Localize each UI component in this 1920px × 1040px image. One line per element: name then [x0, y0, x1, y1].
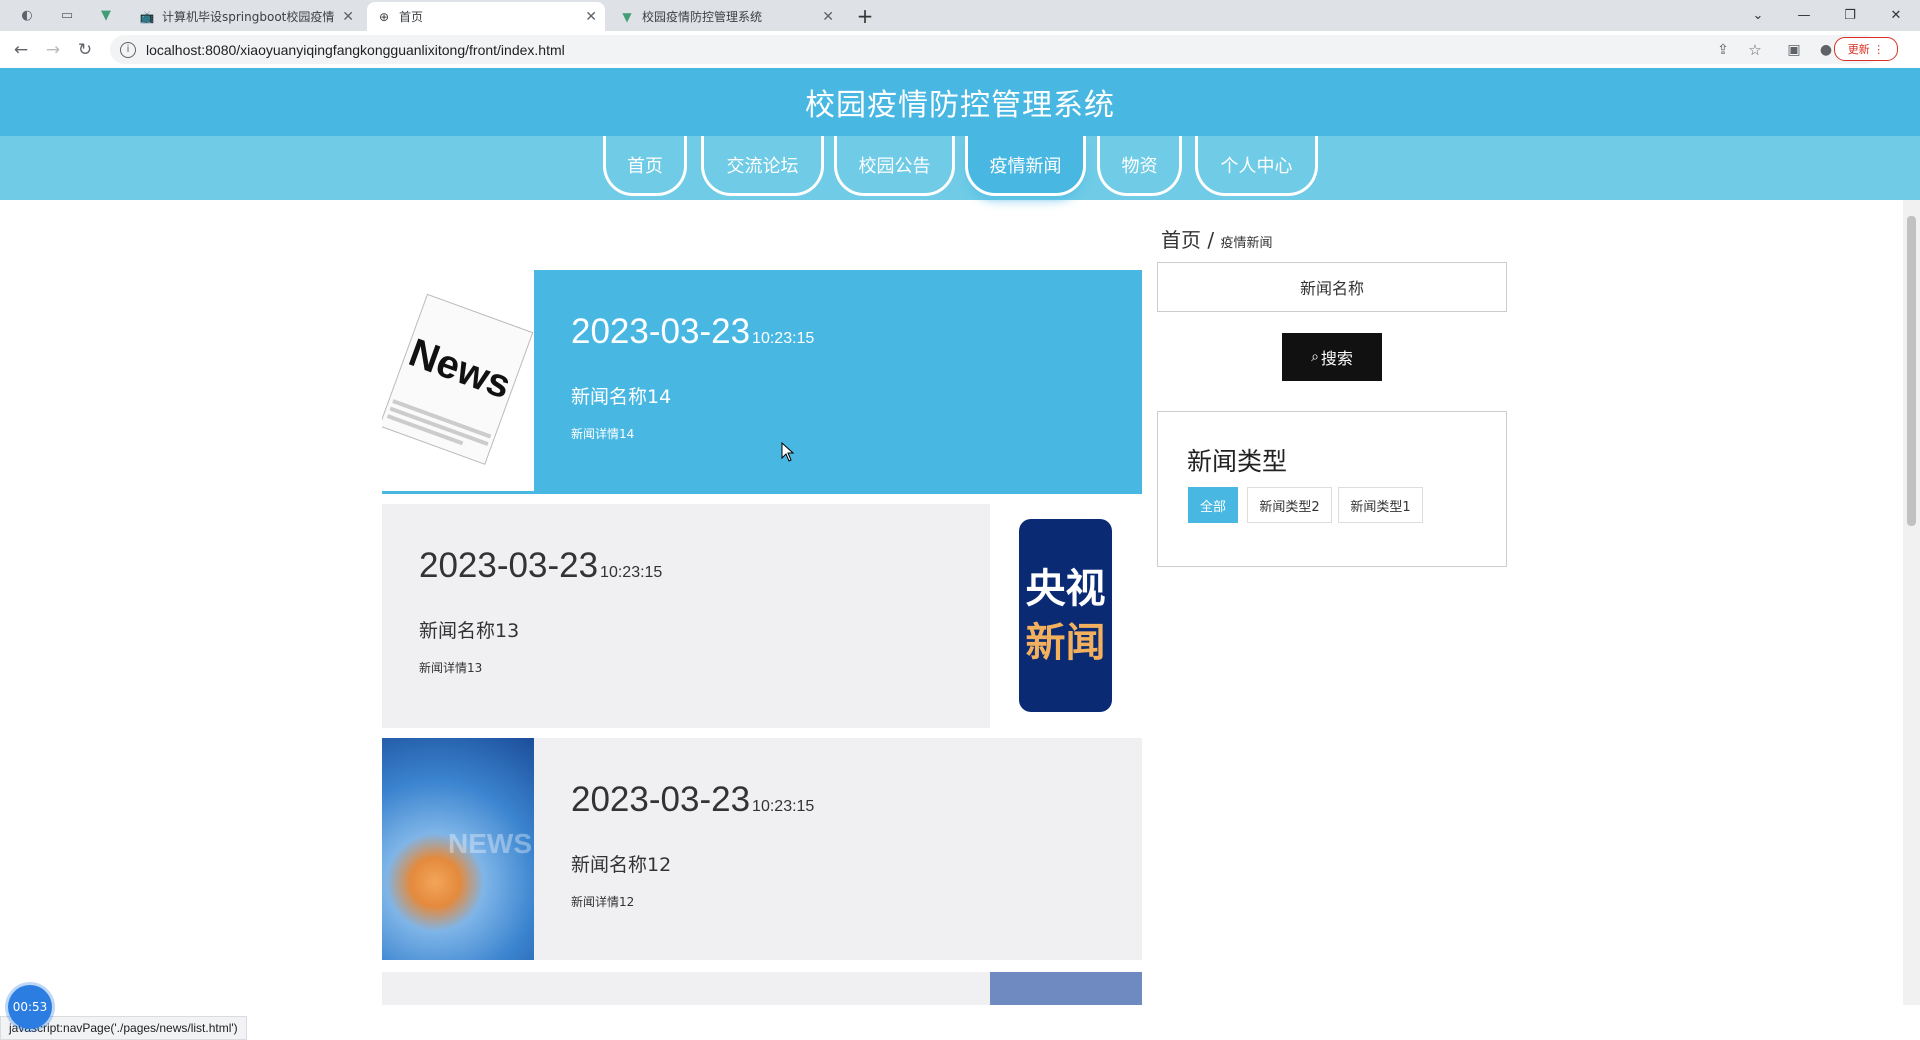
globe-news-image: NEWS [382, 738, 534, 960]
news-date-day: 2023-03-23 [571, 312, 751, 351]
mouse-cursor-icon [781, 442, 795, 462]
back-icon[interactable]: ← [9, 38, 33, 62]
vue-icon: ▼ [622, 9, 632, 24]
chrome-menu-icon[interactable]: ◐ [15, 3, 39, 27]
tab-title: 校园疫情防控管理系统 [642, 10, 763, 24]
news-type-1[interactable]: 新闻类型1 [1338, 487, 1423, 523]
update-button[interactable]: 更新 ⋮ [1834, 37, 1898, 61]
breadcrumb: 首页 / 疫情新闻 [1161, 224, 1272, 253]
tab-bilibili[interactable]: 📺 计算机毕设springboot校园疫情 ✕ [130, 2, 362, 31]
news-date-day: 2023-03-23 [419, 546, 599, 585]
pinned-tab-icon[interactable]: ▭ [55, 3, 79, 27]
news-card[interactable] [382, 972, 1142, 1005]
news-date: 2023-03-23 10:23:15 [571, 780, 814, 820]
newspaper-icon: News [382, 293, 534, 465]
close-icon[interactable]: ✕ [822, 9, 834, 25]
breadcrumb-separator: / [1207, 228, 1215, 252]
cctv-logo-box: 央视 新闻 [1019, 519, 1112, 712]
breadcrumb-current: 疫情新闻 [1220, 236, 1273, 251]
news-type-panel: 新闻类型 全部 新闻类型2 新闻类型1 [1157, 411, 1507, 567]
tab-title: 首页 [399, 10, 424, 24]
tab-system[interactable]: ▼ 校园疫情防控管理系统 ✕ [610, 2, 842, 31]
cctv-news-logo: 央视 新闻 [990, 504, 1142, 728]
site-header: 校园疫情防控管理系统 [0, 68, 1920, 136]
main-nav: 首页 交流论坛 校园公告 疫情新闻 物资 个人中心 [0, 136, 1920, 200]
news-title[interactable]: 新闻名称14 [571, 382, 671, 409]
search-icon: ⌕ [1311, 349, 1319, 365]
breadcrumb-home[interactable]: 首页 [1161, 228, 1201, 252]
news-date-time: 10:23:15 [752, 330, 815, 347]
share-icon[interactable]: ⇪ [1711, 38, 1735, 62]
close-icon[interactable]: ✕ [585, 9, 597, 25]
address-bar: ← → ↻ i localhost:8080/xiaoyuanyiqingfan… [0, 31, 1920, 69]
restore-icon[interactable]: ❐ [1827, 0, 1873, 31]
reload-icon[interactable]: ↻ [73, 38, 97, 62]
news-image [990, 972, 1142, 1005]
page-scrollbar[interactable] [1903, 200, 1920, 1005]
news-date-time: 10:23:15 [752, 798, 815, 815]
site-title: 校园疫情防控管理系统 [805, 88, 1115, 123]
sidepanel-icon[interactable]: ▣ [1782, 38, 1806, 62]
news-paper-image: News [382, 270, 534, 494]
cctv-logo-line2: 新闻 [1025, 619, 1106, 666]
news-watermark: NEWS [448, 828, 532, 859]
browser-tab-strip: ◐ ▭ ▼ 📺 计算机毕设springboot校园疫情 ✕ ⊕ 首页 ✕ ▼ 校… [0, 0, 1920, 31]
close-window-icon[interactable]: ✕ [1873, 0, 1919, 31]
news-detail: 新闻详情14 [571, 427, 635, 441]
news-card-body: 2023-03-23 10:23:15 新闻名称12 新闻详情12 [534, 738, 1142, 960]
update-label: 更新 [1847, 43, 1870, 56]
bookmark-star-icon[interactable]: ☆ [1743, 38, 1767, 62]
news-date-day: 2023-03-23 [571, 780, 751, 819]
news-type-2[interactable]: 新闻类型2 [1247, 487, 1332, 523]
search-placeholder: 新闻名称 [1299, 279, 1364, 298]
url-text: localhost:8080/xiaoyuanyiqingfangkonggua… [146, 41, 565, 58]
news-date: 2023-03-23 10:23:15 [419, 546, 662, 586]
nav-news[interactable]: 疫情新闻 [965, 136, 1086, 196]
forward-icon[interactable]: → [41, 38, 65, 62]
card-underline [382, 491, 534, 494]
search-button-label: 搜索 [1320, 349, 1353, 368]
bilibili-icon: 📺 [139, 9, 155, 24]
nav-notice[interactable]: 校园公告 [834, 136, 955, 196]
nav-home[interactable]: 首页 [603, 136, 687, 196]
news-type-all[interactable]: 全部 [1188, 487, 1238, 523]
tab-home[interactable]: ⊕ 首页 ✕ [367, 2, 605, 31]
scrollbar-thumb[interactable] [1907, 216, 1916, 526]
vue-pinned-icon[interactable]: ▼ [94, 3, 118, 27]
news-detail: 新闻详情12 [571, 895, 635, 909]
recording-timer: 00:53 [8, 985, 52, 1029]
news-card[interactable]: NEWS 2023-03-23 10:23:15 新闻名称12 新闻详情12 [382, 738, 1142, 960]
new-tab-button[interactable]: + [842, 0, 888, 31]
news-card[interactable]: News 2023-03-23 10:23:15 新闻名称14 新闻详情14 [382, 270, 1142, 494]
tab-title: 计算机毕设springboot校园疫情 [162, 10, 335, 24]
news-date: 2023-03-23 10:23:15 [571, 312, 814, 352]
news-card-body: 2023-03-23 10:23:15 新闻名称14 新闻详情14 [534, 270, 1142, 494]
news-card[interactable]: 2023-03-23 10:23:15 新闻名称13 新闻详情13 央视 新闻 [382, 504, 1142, 728]
search-button[interactable]: ⌕ 搜索 [1282, 333, 1382, 381]
cctv-logo-line1: 央视 [1025, 565, 1106, 612]
news-card-body: 2023-03-23 10:23:15 新闻名称13 新闻详情13 [382, 504, 990, 728]
nav-profile[interactable]: 个人中心 [1195, 136, 1318, 196]
tab-search-icon[interactable]: ⌄ [1735, 0, 1781, 31]
close-icon[interactable]: ✕ [342, 9, 354, 25]
site-info-icon[interactable]: i [120, 41, 136, 58]
minimize-icon[interactable]: — [1781, 0, 1827, 31]
news-detail: 新闻详情13 [419, 661, 483, 675]
news-date-time: 10:23:15 [600, 564, 663, 581]
news-type-title: 新闻类型 [1187, 447, 1288, 476]
news-title[interactable]: 新闻名称13 [419, 616, 519, 643]
nav-supplies[interactable]: 物资 [1097, 136, 1182, 196]
nav-forum[interactable]: 交流论坛 [701, 136, 824, 196]
globe-icon: ⊕ [378, 9, 390, 24]
news-title[interactable]: 新闻名称12 [571, 850, 671, 877]
news-name-search-input[interactable]: 新闻名称 [1157, 262, 1507, 312]
url-field[interactable]: i localhost:8080/xiaoyuanyiqingfangkongg… [110, 35, 1880, 64]
